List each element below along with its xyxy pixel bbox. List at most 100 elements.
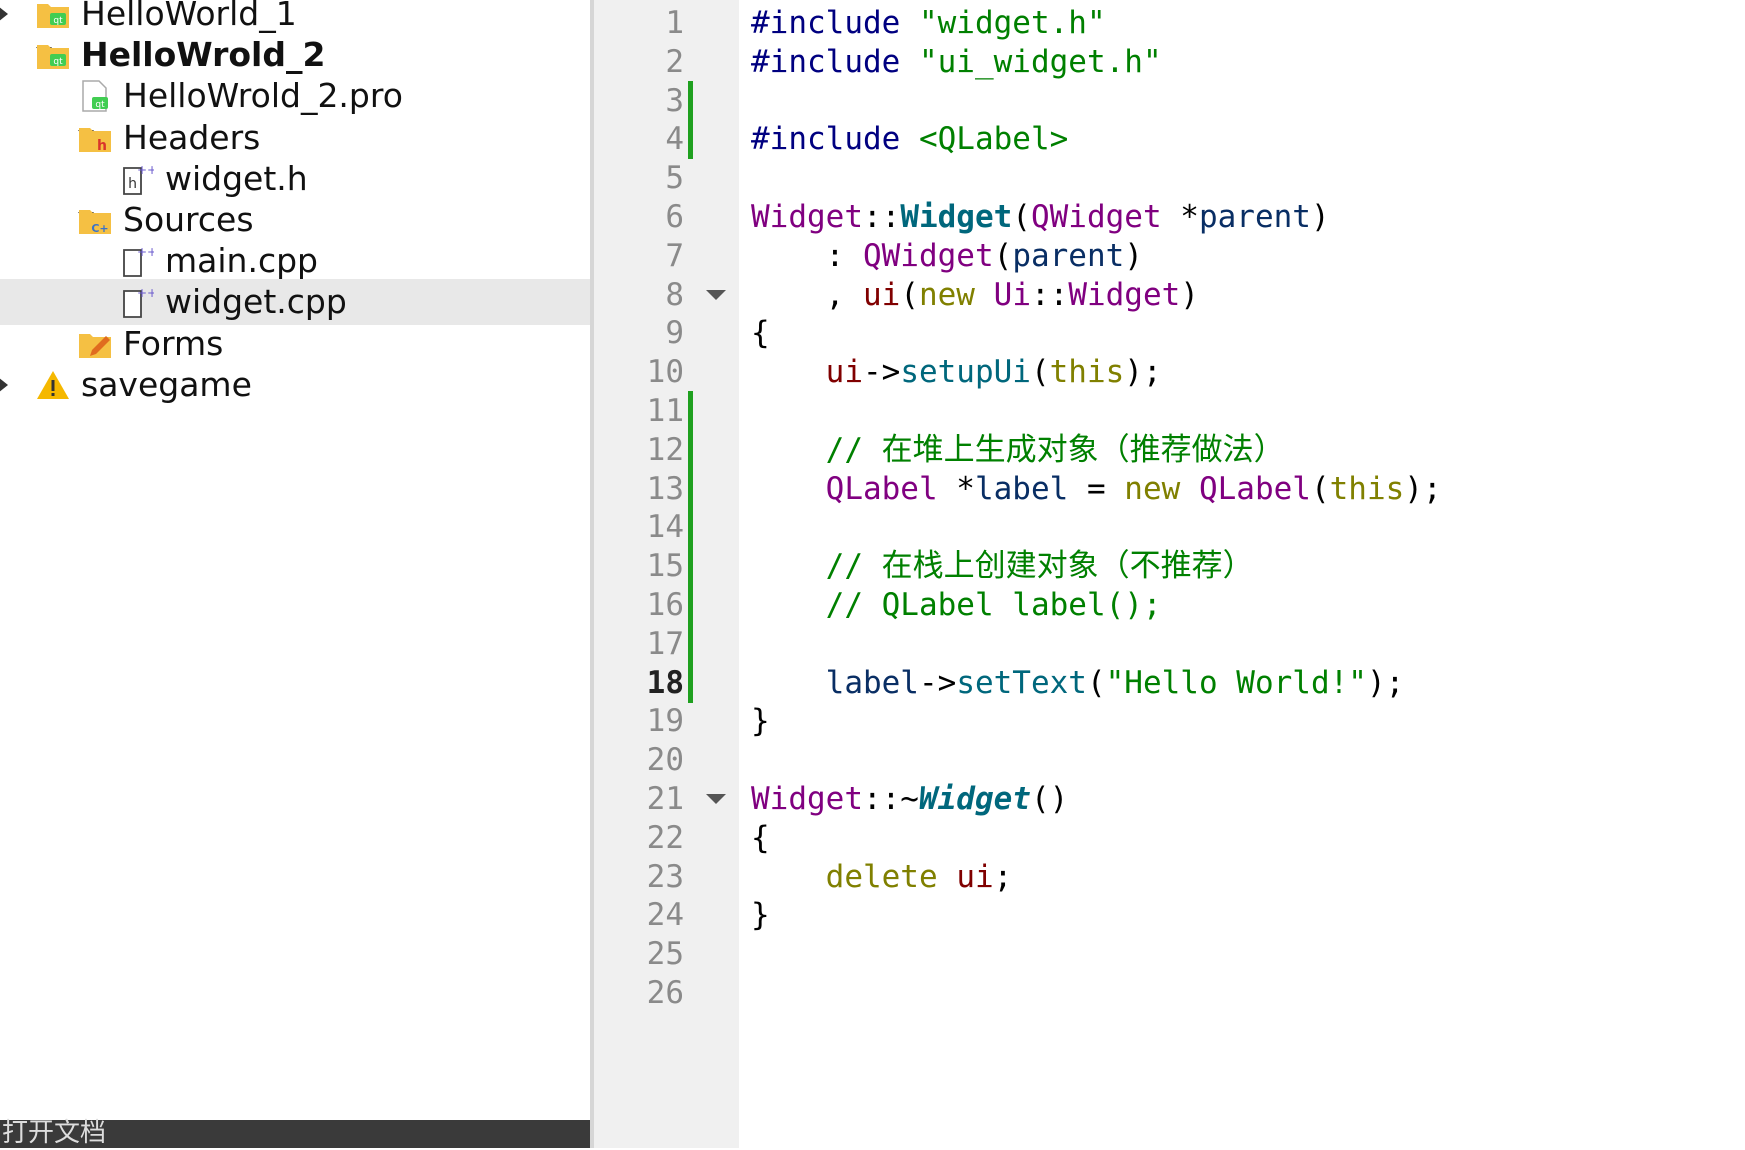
- code-token: {: [751, 315, 770, 352]
- code-line[interactable]: #include "ui_widget.h": [751, 41, 1162, 84]
- code-token: parent: [1012, 237, 1125, 274]
- line-number: 19: [646, 703, 684, 740]
- tree-item[interactable]: savegame: [0, 362, 590, 408]
- line-number: 1: [665, 5, 684, 41]
- code-line[interactable]: // 在栈上创建对象（不推荐）: [751, 545, 1254, 588]
- open-documents-label: 打开文档: [2, 1118, 107, 1148]
- line-number: 12: [646, 431, 684, 468]
- tree-item-label: Sources: [123, 200, 254, 239]
- svg-text:qt: qt: [53, 57, 63, 67]
- line-number: 4: [665, 121, 684, 158]
- code-token: setupUi: [900, 354, 1031, 391]
- svg-text:qt: qt: [53, 16, 63, 26]
- code-line[interactable]: {: [751, 817, 770, 860]
- line-number: 17: [646, 625, 684, 662]
- code-token: ui: [956, 858, 994, 895]
- line-number: 10: [646, 354, 684, 391]
- tree-item[interactable]: C+ Sources: [0, 197, 590, 243]
- line-number: 25: [646, 936, 684, 973]
- code-token: // 在堆上生成对象（推荐做法）: [751, 431, 1285, 468]
- code-token: }: [751, 703, 770, 740]
- code-token: new: [1124, 470, 1181, 507]
- code-line[interactable]: label->setText("Hello World!");: [751, 662, 1405, 705]
- forms-folder-icon: [78, 328, 112, 360]
- line-number: 3: [665, 82, 684, 119]
- code-token: ;: [993, 858, 1013, 895]
- code-line[interactable]: , ui(new Ui::Widget): [751, 274, 1199, 317]
- line-number: 24: [646, 897, 684, 934]
- open-documents-bar[interactable]: 打开文档: [0, 1118, 590, 1148]
- expand-arrow-icon[interactable]: [0, 6, 8, 22]
- code-token: #include: [751, 121, 919, 158]
- code-token: "widget.h": [918, 5, 1106, 41]
- code-token: ->: [862, 354, 901, 391]
- tree-item[interactable]: h ++ widget.h: [0, 156, 590, 202]
- line-number: 2: [665, 43, 684, 80]
- code-token: ,: [751, 276, 863, 313]
- code-token: ): [1310, 199, 1330, 235]
- code-token: );: [1124, 354, 1162, 391]
- svg-text:++: ++: [137, 245, 154, 259]
- change-marker: [688, 119, 693, 160]
- code-token: this: [1049, 354, 1125, 391]
- code-token: *: [937, 470, 975, 507]
- svg-text:C+: C+: [91, 222, 108, 235]
- qt-pro-file-icon: qt: [78, 80, 112, 113]
- code-token: :: [751, 237, 863, 274]
- line-number: 11: [646, 393, 684, 429]
- code-editor[interactable]: #include "widget.h" #include "ui_widget.h…: [739, 0, 1745, 1148]
- code-line[interactable]: {: [751, 312, 770, 355]
- line-number: 15: [646, 548, 684, 585]
- tree-item[interactable]: ++ widget.cpp: [0, 279, 590, 326]
- code-line[interactable]: // QLabel label();: [751, 584, 1162, 627]
- fold-arrow-icon[interactable]: [706, 289, 726, 300]
- code-token: Widget: [751, 781, 863, 817]
- fold-arrow-icon[interactable]: [706, 794, 726, 804]
- tree-item[interactable]: ++ main.cpp: [0, 238, 590, 284]
- line-number: 16: [646, 587, 684, 623]
- warning-icon: [36, 369, 70, 401]
- code-token: QWidget: [1030, 199, 1162, 235]
- code-line[interactable]: }: [751, 700, 770, 743]
- tree-item[interactable]: qt HelloWrold_2.pro: [0, 73, 590, 119]
- code-token: label: [974, 470, 1069, 507]
- cpp-file-icon: ++: [120, 245, 157, 278]
- tree-item-label: savegame: [81, 364, 252, 404]
- svg-text:h: h: [128, 176, 137, 192]
- line-number-gutter: 1 2 3 4 5 6 7 8 9 10 11 12 13 14 15 16 17 18 19 20 21 22 23 24 2…: [594, 0, 739, 1148]
- sources-folder-icon: C+: [78, 204, 112, 236]
- line-number: 20: [646, 742, 684, 779]
- tree-item[interactable]: Forms: [0, 321, 590, 367]
- code-line[interactable]: delete ui;: [751, 856, 1013, 899]
- expand-arrow-icon[interactable]: [0, 376, 8, 393]
- svg-text:++: ++: [137, 286, 154, 300]
- tree-item-label: Headers: [123, 117, 261, 157]
- code-token: // QLabel label();: [751, 587, 1162, 623]
- code-token: ::~: [862, 781, 919, 817]
- tree-item[interactable]: h Headers: [0, 115, 590, 161]
- code-token: parent: [1198, 199, 1311, 235]
- code-token: "Hello World!": [1105, 664, 1367, 701]
- code-line[interactable]: Widget::Widget(QWidget *parent): [751, 196, 1330, 239]
- code-line[interactable]: Widget::~Widget(): [751, 778, 1068, 821]
- change-marker: [688, 468, 693, 509]
- code-line[interactable]: #include "widget.h": [751, 2, 1106, 45]
- code-token: this: [1329, 470, 1405, 507]
- code-line[interactable]: ui->setupUi(this);: [751, 351, 1162, 394]
- tree-item-label: HelloWrold_2.pro: [123, 76, 403, 116]
- line-number: 8: [665, 276, 684, 313]
- code-line[interactable]: #include <QLabel>: [751, 118, 1068, 161]
- code-line[interactable]: QLabel *label = new QLabel(this);: [751, 468, 1442, 511]
- change-marker: [688, 585, 693, 625]
- code-line[interactable]: }: [751, 894, 770, 937]
- code-token: "ui_widget.h": [918, 43, 1162, 80]
- change-marker: [688, 429, 693, 470]
- code-line[interactable]: // 在堆上生成对象（推荐做法）: [751, 429, 1285, 472]
- tree-item[interactable]: qt HelloWrold_2: [0, 32, 590, 78]
- code-token: ): [1180, 276, 1199, 313]
- code-line[interactable]: : QWidget(parent): [751, 235, 1143, 278]
